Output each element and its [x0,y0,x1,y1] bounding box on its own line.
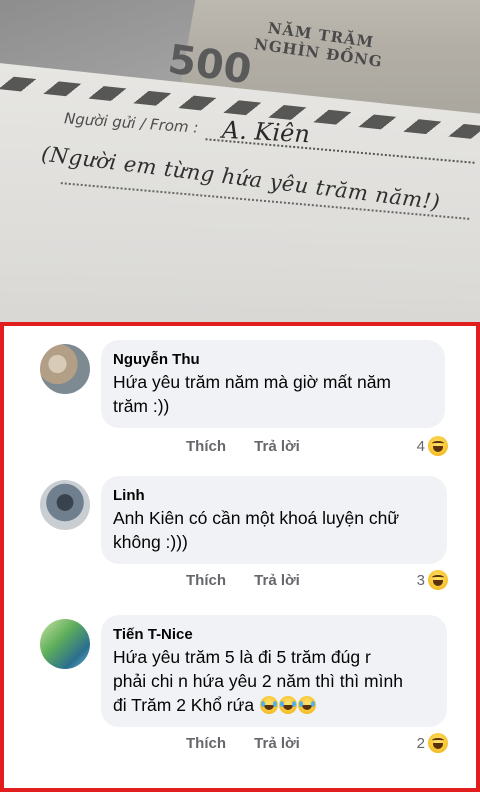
reply-button[interactable]: Trả lời [254,438,300,455]
comment-author[interactable]: Nguyễn Thu [113,350,431,370]
handwritten-name: A. Kiên [221,115,311,149]
reaction-summary[interactable]: 3 [417,570,448,590]
like-button[interactable]: Thích [186,572,226,589]
comment-text: Anh Kiên có cần một khoá luyện chữ không… [113,506,433,554]
comment-line: phải chi n hứa yêu 2 năm thì thì mình [113,671,403,691]
comment-line: Anh Kiên có cần một khoá luyện chữ [113,508,400,528]
comment-bubble: Linh Anh Kiên có cần một khoá luyện chữ … [101,476,447,564]
comment-line: Hứa yêu trăm năm mà giờ mất năm [113,372,392,392]
reply-button[interactable]: Trả lời [254,735,300,752]
comment-actions: Thích Trả lời [186,438,324,455]
tears-of-joy-icon [297,696,316,714]
comment-text: Hứa yêu trăm năm mà giờ mất năm trăm :)) [113,370,431,418]
avatar[interactable] [40,344,90,394]
haha-icon [428,436,448,456]
comment-actions: Thích Trả lời [186,735,324,752]
comment-actions: Thích Trả lời [186,572,324,589]
comment-text: Hứa yêu trăm 5 là đi 5 trăm đúg r phải c… [113,645,433,717]
reply-button[interactable]: Trả lời [254,572,300,589]
comment-bubble: Tiến T-Nice Hứa yêu trăm 5 là đi 5 trăm … [101,615,447,727]
comment-line: đi Trăm 2 Khổ rứa [113,693,433,717]
tears-of-joy-icon [278,696,297,714]
comment-line: Hứa yêu trăm 5 là đi 5 trăm đúg r [113,647,371,667]
reaction-count: 2 [416,734,425,752]
comments-section: Nguyễn Thu Hứa yêu trăm năm mà giờ mất n… [0,322,480,792]
reaction-summary[interactable]: 2 [417,733,448,753]
comment-line: trăm :)) [113,396,170,416]
avatar[interactable] [40,480,90,530]
reaction-count: 4 [416,437,425,455]
like-button[interactable]: Thích [186,438,226,455]
avatar[interactable] [40,619,90,669]
tears-of-joy-icon [259,696,278,714]
comment-line: không :))) [113,532,188,552]
comment-bubble: Nguyễn Thu Hứa yêu trăm năm mà giờ mất n… [101,340,445,428]
comment-author[interactable]: Linh [113,486,433,506]
reaction-count: 3 [416,571,425,589]
reaction-summary[interactable]: 4 [417,436,448,456]
like-button[interactable]: Thích [186,735,226,752]
post-photo[interactable]: 500 NĂM TRĂM NGHÌN ĐỒNG Người gửi / From… [0,0,480,322]
comment-author[interactable]: Tiến T-Nice [113,625,433,645]
haha-icon [428,733,448,753]
haha-icon [428,570,448,590]
comment-line-text: đi Trăm 2 Khổ rứa [113,695,255,715]
